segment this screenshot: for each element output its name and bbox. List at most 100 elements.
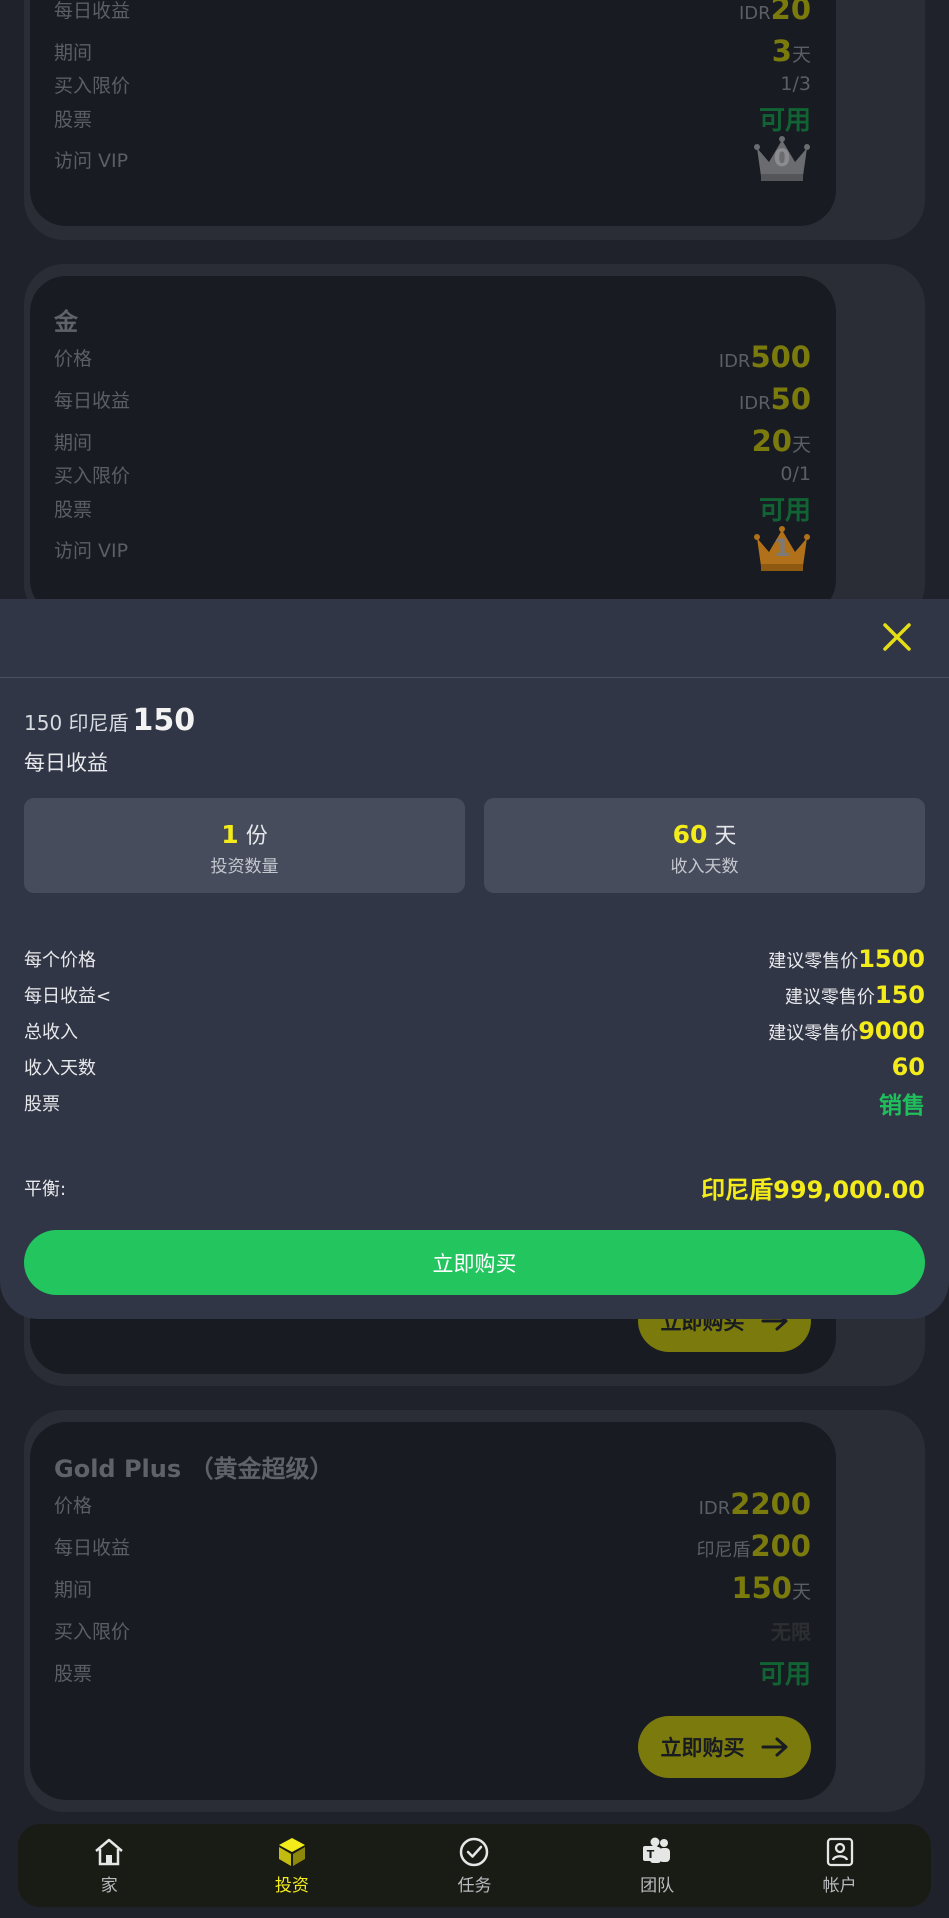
row-label: 价格 (54, 347, 93, 370)
quantity-unit: 份 (245, 824, 268, 849)
period-row: 期间 150 天 (54, 1571, 811, 1605)
period-row: 期间 20 天 (54, 424, 811, 458)
vip-row: 访问 VIP 1 (54, 526, 811, 572)
row-label: 股票 (54, 108, 93, 131)
period-value: 20 (751, 424, 792, 458)
detail-label: 收入天数 (24, 1058, 96, 1079)
row-label: 访问 VIP (54, 539, 129, 562)
detail-prefix: 建议零售价 (768, 1023, 859, 1044)
buy-limit-value: 无限 (771, 1619, 811, 1644)
detail-value: 60 (891, 1053, 925, 1081)
balance-row: 平衡: 印尼盾999,000.00 (24, 1170, 925, 1205)
buy-limit-row: 买入限价 1/3 (54, 67, 811, 101)
headline-value: 150 (132, 703, 196, 738)
row-label: 访问 VIP (54, 149, 129, 172)
row-label: 价格 (54, 1494, 93, 1517)
quantity-box[interactable]: 1 份 投资数量 (24, 798, 465, 893)
price-value: 2200 (730, 1487, 811, 1521)
bottom-nav: 家 投资 任务 T 团队 帐户 (18, 1824, 931, 1907)
team-icon: T (643, 1837, 671, 1863)
row-label: 买入限价 (54, 464, 131, 487)
home-icon (95, 1838, 124, 1866)
buy-now-button[interactable]: 立即购买 (638, 1716, 811, 1778)
detail-label: 每日收益< (24, 986, 112, 1007)
headline-prefix: 150 印尼盾 (24, 711, 129, 735)
nav-label: 帐户 (822, 1876, 857, 1896)
row-label: 期间 (54, 41, 93, 64)
card-title: 金 (54, 308, 78, 336)
period-row: 期间 3天 (54, 34, 811, 68)
buy-limit-row: 买入限价 0/1 (54, 457, 811, 491)
daily-income-row: 每日收益 IDR 50 (54, 382, 811, 416)
nav-item-team[interactable]: T 团队 (566, 1824, 749, 1907)
sheet-subtitle: 每日收益 (24, 751, 108, 775)
vip-row: 访问 VIP 0 (54, 136, 811, 182)
detail-row-total-income: 总收入 建议零售价 9000 (24, 1015, 925, 1047)
detail-row-stock: 股票 销售 (24, 1087, 925, 1119)
divider (0, 677, 949, 678)
detail-prefix: 建议零售价 (784, 987, 875, 1008)
nav-label: 家 (100, 1876, 118, 1896)
price-row: 价格 IDR 500 (54, 340, 811, 374)
quantity-label: 投资数量 (210, 857, 279, 877)
period-unit: 天 (791, 1581, 811, 1603)
detail-label: 股票 (24, 1094, 60, 1115)
stock-value: 可用 (758, 495, 811, 526)
income-days-box: 60 天 收入天数 (484, 798, 925, 893)
card-title: Gold Plus （黄金超级） (54, 1455, 334, 1483)
daily-income-value: 20 (770, 0, 811, 26)
detail-row-unit-price: 每个价格 建议零售价 1500 (24, 943, 925, 975)
row-label: 每日收益 (54, 0, 131, 22)
price-value: 500 (750, 340, 811, 374)
detail-value: 150 (874, 981, 925, 1009)
confirm-buy-button[interactable]: 立即购买 (24, 1230, 925, 1295)
period-value: 3 (771, 34, 792, 68)
days-label: 收入天数 (670, 857, 739, 877)
nav-item-tasks[interactable]: 任务 (383, 1824, 566, 1907)
nav-label: 任务 (457, 1876, 492, 1896)
daily-income-value: 200 (750, 1529, 811, 1563)
stock-value: 可用 (758, 1659, 811, 1690)
period-unit: 天 (791, 44, 811, 66)
buy-button-label: 立即购买 (660, 1736, 745, 1760)
currency-prefix: IDR (738, 393, 771, 414)
currency-prefix: IDR (698, 1498, 731, 1519)
buy-limit-row: 买入限价 无限 (54, 1613, 811, 1647)
detail-prefix: 建议零售价 (768, 951, 859, 972)
balance-value: 印尼盾999,000.00 (701, 1176, 925, 1204)
row-label: 每日收益 (54, 389, 131, 412)
days-unit: 天 (714, 824, 737, 849)
purchase-sheet: 150 印尼盾 150 每日收益 1 份 投资数量 60 天 收入天数 每个价格 … (0, 599, 949, 1319)
detail-value: 9000 (858, 1017, 925, 1045)
stock-row: 股票 可用 (54, 1655, 811, 1690)
svg-text:T: T (647, 1848, 655, 1861)
currency-prefix: IDR (718, 351, 751, 372)
close-icon[interactable] (875, 615, 919, 659)
nav-item-home[interactable]: 家 (18, 1824, 201, 1907)
sheet-headline: 150 印尼盾 150 (24, 703, 195, 738)
detail-row-income-days: 收入天数 60 (24, 1051, 925, 1083)
stock-row: 股票 可用 (54, 101, 811, 136)
nav-label: 投资 (274, 1876, 309, 1896)
quantity-value: 1 (221, 820, 239, 849)
nav-item-invest[interactable]: 投资 (201, 1824, 384, 1907)
row-label: 每日收益 (54, 1536, 131, 1559)
detail-row-daily-income: 每日收益< 建议零售价 150 (24, 979, 925, 1011)
row-label: 买入限价 (54, 74, 131, 97)
buy-limit-value: 0/1 (780, 463, 811, 485)
account-icon (826, 1837, 853, 1867)
price-row: 价格 IDR 2200 (54, 1487, 811, 1521)
cube-icon (278, 1838, 305, 1866)
balance-label: 平衡: (24, 1178, 67, 1200)
days-value: 60 (672, 820, 708, 849)
row-label: 股票 (54, 498, 93, 521)
stock-status: 销售 (879, 1093, 925, 1119)
row-label: 股票 (54, 1662, 93, 1685)
detail-label: 每个价格 (24, 950, 96, 971)
nav-item-account[interactable]: 帐户 (748, 1824, 931, 1907)
period-unit: 天 (791, 434, 811, 456)
row-label: 期间 (54, 431, 93, 454)
daily-income-row: 每日收益 IDR 20 (54, 0, 811, 26)
currency-prefix: 印尼盾 (696, 1540, 751, 1561)
nav-label: 团队 (640, 1876, 675, 1896)
